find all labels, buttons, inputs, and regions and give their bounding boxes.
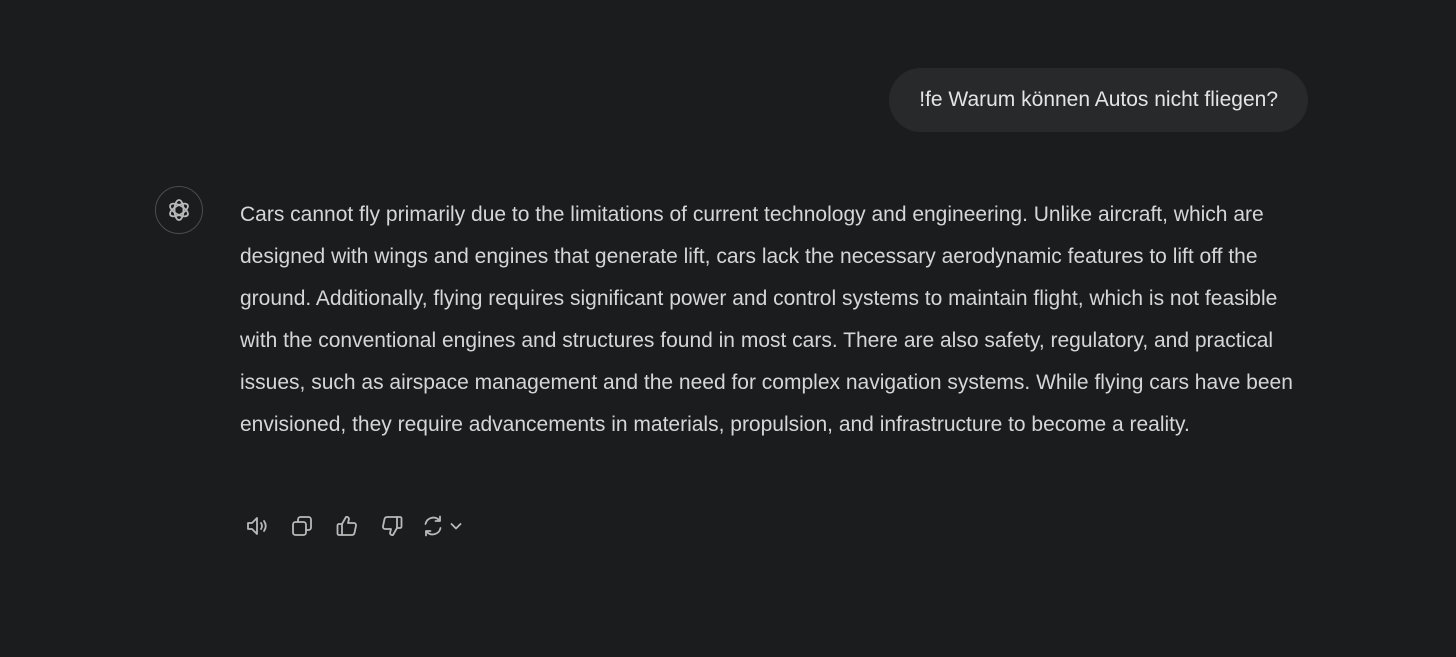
assistant-avatar <box>155 186 203 234</box>
openai-logo-icon <box>169 199 189 221</box>
copy-button[interactable] <box>285 509 319 543</box>
message-actions-bar <box>240 508 470 544</box>
user-message-text: !fe Warum können Autos nicht fliegen? <box>919 88 1278 111</box>
thumbs-up-icon <box>336 516 357 536</box>
thumbs-down-icon <box>382 516 403 536</box>
thumbs-up-button[interactable] <box>330 509 364 543</box>
copy-icon <box>292 516 312 536</box>
speaker-icon <box>247 517 267 535</box>
read-aloud-button[interactable] <box>240 509 274 543</box>
regenerate-button[interactable] <box>420 509 470 543</box>
user-message-bubble: !fe Warum können Autos nicht fliegen? <box>889 68 1308 132</box>
regenerate-icon <box>424 515 442 537</box>
chat-page: !fe Warum können Autos nicht fliegen? Ca… <box>0 0 1456 657</box>
assistant-message-text: Cars cannot fly primarily due to the lim… <box>240 203 1293 436</box>
thumbs-down-button[interactable] <box>375 509 409 543</box>
chevron-down-icon <box>450 523 462 530</box>
